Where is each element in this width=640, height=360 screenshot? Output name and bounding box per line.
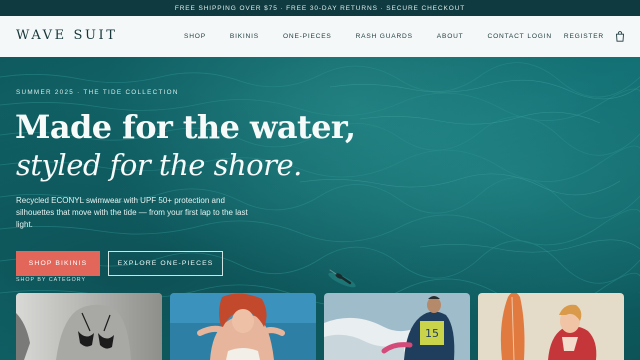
- one-piece-photo: [170, 293, 316, 360]
- category-card-bikinis[interactable]: [16, 293, 162, 360]
- account-links: LOGIN REGISTER: [515, 16, 626, 57]
- nav-menu: SHOP BIKINIS ONE-PIECES RASH GUARDS ABOU…: [184, 16, 549, 57]
- bikini-photo: [16, 293, 162, 360]
- brand-logo[interactable]: WAVE SUIT: [16, 28, 118, 43]
- promo-bar: FREE SHIPPING OVER $75 · FREE 30-DAY RET…: [0, 0, 640, 16]
- hero-eyebrow: SUMMER 2025 · THE TIDE COLLECTION: [16, 89, 179, 96]
- promo-text: FREE SHIPPING OVER $75 · FREE 30-DAY RET…: [174, 4, 466, 12]
- svg-text:15: 15: [425, 327, 439, 340]
- hero-description: Recycled ECONYL swimwear with UPF 50+ pr…: [16, 196, 248, 230]
- rash-guard-photo: 15: [324, 293, 470, 360]
- category-cards: 15: [0, 293, 640, 360]
- hero-headline: Made for the water,: [15, 108, 356, 146]
- surfer-image: [328, 269, 356, 288]
- surfboard-photo: [478, 293, 624, 360]
- category-card-one-pieces[interactable]: [170, 293, 316, 360]
- main-navigation: WAVE SUIT SHOP BIKINIS ONE-PIECES RASH G…: [0, 16, 640, 57]
- login-link[interactable]: LOGIN: [527, 33, 552, 40]
- nav-item-one-pieces[interactable]: ONE-PIECES: [283, 33, 332, 40]
- shop-bikinis-button[interactable]: SHOP BIKINIS: [16, 251, 100, 276]
- nav-item-shop[interactable]: SHOP: [184, 33, 206, 40]
- category-card-surf[interactable]: [478, 293, 624, 360]
- shopping-bag-icon[interactable]: [614, 31, 626, 43]
- explore-one-pieces-button[interactable]: EXPLORE ONE-PIECES: [108, 251, 223, 276]
- nav-item-rash-guards[interactable]: RASH GUARDS: [356, 33, 413, 40]
- register-link[interactable]: REGISTER: [564, 33, 604, 40]
- nav-item-bikinis[interactable]: BIKINIS: [230, 33, 259, 40]
- hero-headline-italic: styled for the shore.: [16, 148, 302, 182]
- shop-by-category-label: SHOP BY CATEGORY: [16, 277, 87, 283]
- nav-item-about[interactable]: ABOUT: [437, 33, 464, 40]
- category-card-rash-guards[interactable]: 15: [324, 293, 470, 360]
